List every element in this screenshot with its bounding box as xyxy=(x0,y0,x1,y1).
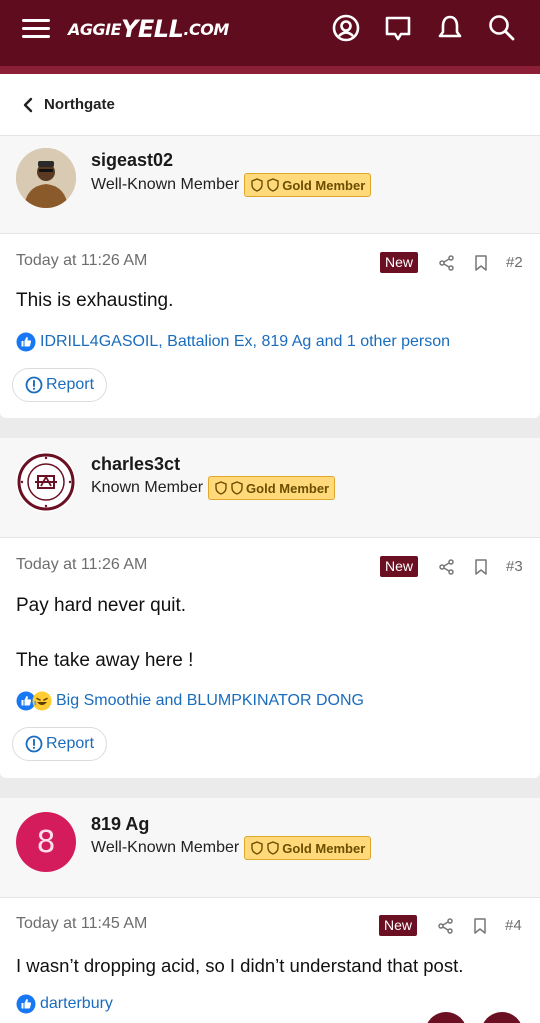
share-icon[interactable] xyxy=(436,916,456,936)
avatar-photo xyxy=(16,148,76,208)
report-label: Report xyxy=(46,376,95,393)
user-title-row: Well-Known Member Gold Member xyxy=(91,836,372,860)
shield-icon xyxy=(231,481,243,495)
alerts-icon[interactable] xyxy=(434,12,466,44)
breadcrumb[interactable]: Northgate xyxy=(0,74,540,136)
logo-text-aggie: AGGIE xyxy=(68,19,122,39)
post-number[interactable]: #3 xyxy=(506,558,523,575)
site-logo[interactable]: AGGIE YELL .COM xyxy=(68,12,229,46)
reactions-bar[interactable]: darterbury xyxy=(16,994,113,1014)
like-icon xyxy=(16,332,36,352)
username[interactable]: sigeast02 xyxy=(91,150,173,171)
post-body-block: Today at 11:26 AM New #2 This is exhaust… xyxy=(0,234,540,418)
search-icon[interactable] xyxy=(486,12,518,44)
report-button[interactable]: Report xyxy=(12,727,108,761)
new-badge: New xyxy=(379,915,418,936)
floating-action-button[interactable] xyxy=(425,1012,467,1023)
post-message-line: The take away here ! xyxy=(16,650,194,671)
site-header: AGGIE YELL .COM xyxy=(0,0,540,66)
share-icon[interactable] xyxy=(437,253,457,273)
username[interactable]: charles3ct xyxy=(91,454,180,475)
avatar[interactable]: 8 xyxy=(16,812,76,872)
post-author-block: sigeast02 Well-Known Member Gold Member xyxy=(0,136,540,234)
badge-label: Gold Member xyxy=(246,480,330,496)
account-icon[interactable] xyxy=(330,12,362,44)
post-body-block: Today at 11:26 AM New #3 Pay hard never … xyxy=(0,538,540,778)
shield-icon xyxy=(251,178,263,192)
avatar[interactable] xyxy=(16,148,76,208)
reactions-text: Big Smoothie and BLUMPKINATOR DONG xyxy=(56,692,364,709)
new-badge: New xyxy=(380,252,419,273)
post-timestamp[interactable]: Today at 11:26 AM xyxy=(16,252,147,270)
post-number[interactable]: #2 xyxy=(506,254,523,271)
reactions-bar[interactable]: Big Smoothie and BLUMPKINATOR DONG xyxy=(16,691,364,711)
user-title: Well-Known Member xyxy=(91,176,240,193)
chevron-left-icon xyxy=(23,97,33,112)
gold-member-badge: Gold Member xyxy=(208,476,336,500)
user-title: Well-Known Member xyxy=(91,839,240,856)
user-title-row: Known Member Gold Member xyxy=(91,476,336,500)
post-body-block: Today at 11:45 AM New #4 I wasn’t droppi… xyxy=(0,898,540,1023)
post-timestamp[interactable]: Today at 11:26 AM xyxy=(16,556,147,574)
post-timestamp[interactable]: Today at 11:45 AM xyxy=(16,915,147,933)
texas-am-seal-icon xyxy=(17,453,75,511)
new-badge: New xyxy=(380,556,419,577)
gold-member-badge: Gold Member xyxy=(244,836,372,860)
logo-text-com: .COM xyxy=(183,19,229,39)
report-icon xyxy=(25,376,43,394)
reactions-text: IDRILL4GASOIL, Battalion Ex, 819 Ag and … xyxy=(40,333,451,350)
report-icon xyxy=(25,735,43,753)
laugh-icon xyxy=(32,691,52,711)
bookmark-icon[interactable] xyxy=(470,916,490,936)
badge-label: Gold Member xyxy=(282,840,366,856)
shield-icon xyxy=(267,841,279,855)
gold-member-badge: Gold Member xyxy=(244,173,372,197)
post-message: This is exhausting. xyxy=(16,290,174,311)
menu-icon[interactable] xyxy=(22,14,50,42)
post-author-block: 8 819 Ag Well-Known Member Gold Member xyxy=(0,798,540,898)
shield-icon xyxy=(267,178,279,192)
shield-icon xyxy=(215,481,227,495)
badge-label: Gold Member xyxy=(282,177,366,193)
user-title: Known Member xyxy=(91,479,204,496)
header-stripe xyxy=(0,66,540,74)
username[interactable]: 819 Ag xyxy=(91,814,149,835)
post-message-line: Pay hard never quit. xyxy=(16,595,187,616)
breadcrumb-label: Northgate xyxy=(44,96,115,113)
post-number[interactable]: #4 xyxy=(505,917,522,934)
post-message: I wasn’t dropping acid, so I didn’t unde… xyxy=(16,955,464,976)
like-icon xyxy=(16,994,36,1014)
user-title-row: Well-Known Member Gold Member xyxy=(91,173,372,197)
reactions-bar[interactable]: IDRILL4GASOIL, Battalion Ex, 819 Ag and … xyxy=(16,332,450,352)
messages-icon[interactable] xyxy=(382,12,414,44)
report-label: Report xyxy=(46,735,95,752)
avatar[interactable] xyxy=(16,452,76,512)
bookmark-icon[interactable] xyxy=(471,557,491,577)
share-icon[interactable] xyxy=(437,557,457,577)
report-button[interactable]: Report xyxy=(12,368,108,402)
logo-text-yell: YELL xyxy=(121,15,184,43)
floating-action-button[interactable] xyxy=(481,1012,523,1023)
post-author-block: charles3ct Known Member Gold Member xyxy=(0,438,540,538)
shield-icon xyxy=(251,841,263,855)
bookmark-icon[interactable] xyxy=(471,253,491,273)
reactions-text: darterbury xyxy=(40,995,113,1012)
